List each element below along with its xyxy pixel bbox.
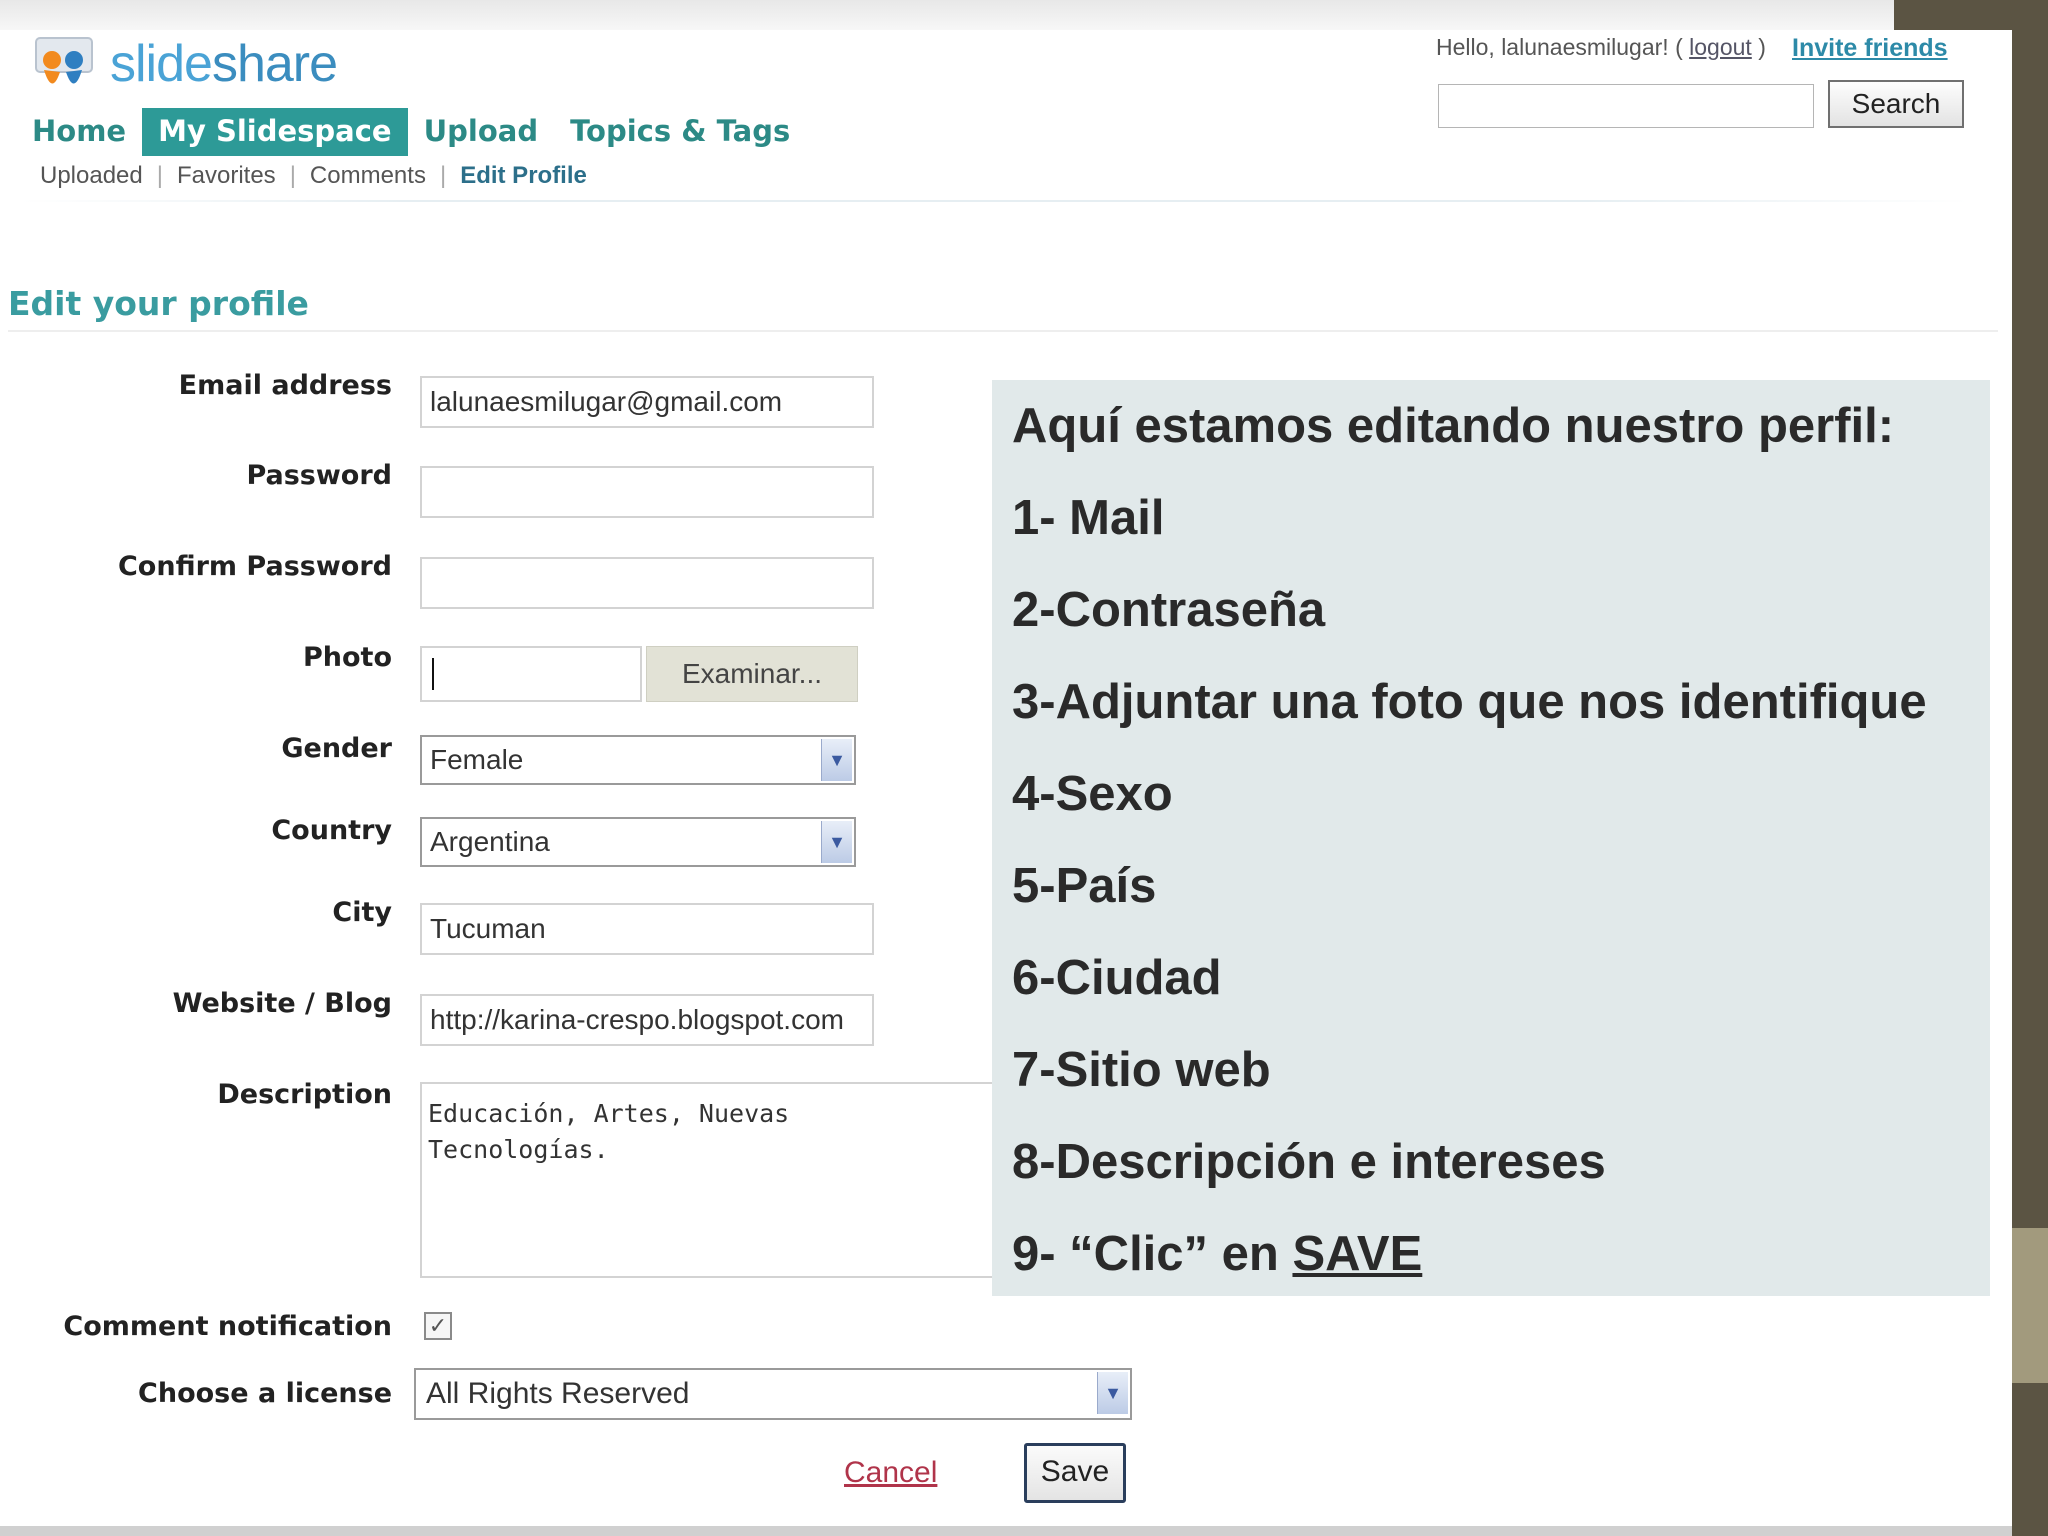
main-nav: Home My Slidespace Upload Topics & Tags bbox=[16, 108, 806, 156]
password-label: Password bbox=[246, 460, 392, 491]
instruction-step: 2-Contraseña bbox=[1012, 583, 1326, 637]
slide-bottom-border bbox=[0, 1526, 2012, 1536]
gender-select[interactable]: Female ▼ bbox=[420, 735, 856, 785]
license-value: All Rights Reserved bbox=[426, 1377, 690, 1410]
user-greeting: Hello, lalunaesmilugar! ( logout ) bbox=[1436, 34, 1766, 61]
instruction-step: 6-Ciudad bbox=[1012, 951, 1222, 1005]
photo-label: Photo bbox=[302, 642, 392, 673]
search-input[interactable] bbox=[1438, 84, 1814, 128]
instruction-step: 5-País bbox=[1012, 859, 1157, 913]
instruction-step-prefix: 9- “Clic” en bbox=[1012, 1227, 1293, 1281]
sub-nav: Uploaded | Favorites | Comments | Edit P… bbox=[40, 162, 587, 190]
photo-file-input[interactable] bbox=[420, 646, 642, 702]
greeting-text: Hello, lalunaesmilugar! ( bbox=[1436, 34, 1683, 60]
save-button[interactable]: Save bbox=[1024, 1443, 1126, 1503]
instruction-step: 3-Adjuntar una foto que nos identifique bbox=[1012, 675, 1927, 729]
header-divider bbox=[20, 200, 1970, 202]
instruction-step-save: 9- “Clic” en SAVE bbox=[1012, 1222, 1970, 1314]
subnav-divider: | bbox=[289, 162, 296, 189]
invite-friends-link[interactable]: Invite friends bbox=[1792, 34, 1948, 63]
checkmark-icon: ✓ bbox=[428, 1313, 448, 1338]
tab-my-slidespace[interactable]: My Slidespace bbox=[142, 108, 408, 156]
slide-top-border bbox=[0, 0, 1894, 30]
instruction-step: 7-Sitio web bbox=[1012, 1043, 1271, 1097]
country-label: Country bbox=[271, 815, 392, 846]
search-button[interactable]: Search bbox=[1828, 80, 1964, 128]
comment-notification-label: Comment notification bbox=[63, 1311, 392, 1342]
logout-link[interactable]: logout bbox=[1689, 34, 1752, 60]
tab-upload[interactable]: Upload bbox=[408, 108, 555, 156]
instruction-panel: Aquí estamos editando nuestro perfil: 1-… bbox=[992, 380, 1990, 1296]
subnav-divider: | bbox=[156, 162, 163, 189]
instruction-step: 1- Mail bbox=[1012, 491, 1165, 545]
license-label: Choose a license bbox=[138, 1378, 392, 1409]
chevron-down-icon[interactable]: ▼ bbox=[1097, 1372, 1128, 1414]
page-title: Edit your profile bbox=[8, 284, 309, 323]
subnav-uploaded[interactable]: Uploaded bbox=[40, 162, 143, 190]
country-select[interactable]: Argentina ▼ bbox=[420, 817, 856, 867]
instruction-save-emphasis: SAVE bbox=[1292, 1227, 1423, 1281]
email-field[interactable]: lalunaesmilugar@gmail.com bbox=[420, 376, 874, 428]
city-label: City bbox=[332, 897, 392, 928]
instruction-step: 4-Sexo bbox=[1012, 767, 1173, 821]
slide-accent-bar bbox=[2012, 1228, 2048, 1383]
greeting-close: ) bbox=[1758, 34, 1766, 60]
description-label: Description bbox=[217, 1079, 392, 1110]
subnav-favorites[interactable]: Favorites bbox=[177, 162, 276, 190]
subnav-edit-profile[interactable]: Edit Profile bbox=[460, 162, 587, 190]
website-field[interactable]: http://karina-crespo.blogspot.com bbox=[420, 994, 874, 1046]
gender-value: Female bbox=[430, 744, 524, 775]
confirm-password-field[interactable] bbox=[420, 557, 874, 609]
description-textarea[interactable]: Educación, Artes, Nuevas Tecnologías. bbox=[420, 1082, 1020, 1278]
confirm-password-label: Confirm Password bbox=[117, 551, 392, 582]
chevron-down-icon[interactable]: ▼ bbox=[821, 821, 852, 863]
comment-notification-checkbox[interactable]: ✓ bbox=[424, 1312, 452, 1340]
text-caret bbox=[432, 658, 434, 690]
subnav-divider: | bbox=[439, 162, 447, 189]
gender-label: Gender bbox=[281, 733, 392, 764]
instruction-step: 8-Descripción e intereses bbox=[1012, 1135, 1606, 1189]
title-divider bbox=[8, 330, 1998, 332]
password-field[interactable] bbox=[420, 466, 874, 518]
cancel-link[interactable]: Cancel bbox=[844, 1456, 937, 1490]
brand-name[interactable]: slideshare bbox=[110, 34, 338, 94]
tab-topics-tags[interactable]: Topics & Tags bbox=[554, 108, 806, 156]
instruction-title: Aquí estamos editando nuestro perfil: bbox=[1012, 399, 1895, 453]
browse-button[interactable]: Examinar... bbox=[646, 646, 858, 702]
chevron-down-icon[interactable]: ▼ bbox=[821, 739, 852, 781]
license-select[interactable]: All Rights Reserved ▼ bbox=[414, 1368, 1132, 1420]
city-field[interactable]: Tucuman bbox=[420, 903, 874, 955]
subnav-comments[interactable]: Comments bbox=[310, 162, 426, 190]
slide-frame-corner bbox=[1894, 0, 2012, 30]
slideshare-logo-icon[interactable] bbox=[30, 30, 102, 96]
website-label: Website / Blog bbox=[172, 988, 392, 1019]
tab-home[interactable]: Home bbox=[16, 108, 142, 156]
email-label: Email address bbox=[178, 370, 392, 401]
brand-prefix: slide bbox=[110, 35, 213, 93]
country-value: Argentina bbox=[430, 826, 550, 857]
brand-suffix: share bbox=[211, 35, 338, 93]
